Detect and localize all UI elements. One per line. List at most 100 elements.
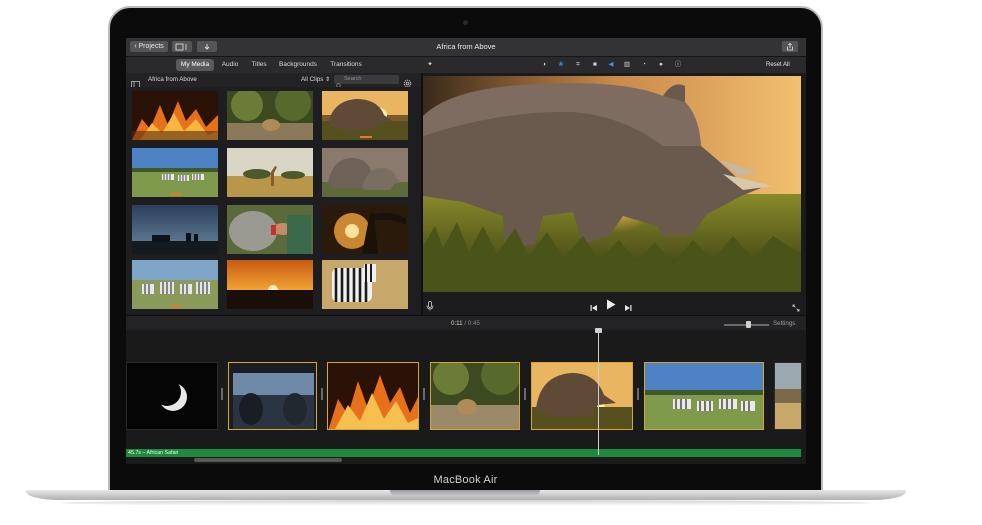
hand-feeding-thumbnail-image <box>227 205 313 254</box>
play-button[interactable] <box>606 297 616 315</box>
tab-my-media[interactable]: My Media <box>176 59 214 71</box>
share-icon <box>787 42 793 50</box>
volume-icon[interactable]: ◀ <box>607 61 615 69</box>
speed-icon[interactable]: ◔ <box>640 61 648 69</box>
media-thumbnail[interactable] <box>132 260 218 309</box>
microphone-icon <box>426 301 434 311</box>
clip-transition-marker[interactable] <box>321 388 323 400</box>
time-separator: / <box>464 320 467 327</box>
range-marker <box>360 136 372 138</box>
download-arrow-icon <box>204 43 210 50</box>
import-button[interactable] <box>197 41 217 52</box>
rhino-sunset-thumbnail-image <box>322 91 408 140</box>
laptop-notch <box>390 490 540 496</box>
projects-button[interactable]: ‹ Projects <box>130 41 168 52</box>
laptop-shadow <box>60 500 872 506</box>
stabilization-icon[interactable]: ■ <box>591 61 599 69</box>
moon-clip-image <box>127 363 217 429</box>
expand-icon <box>792 304 800 312</box>
media-thumbnail[interactable] <box>322 205 408 254</box>
clip-transition-marker[interactable] <box>221 388 223 400</box>
device-brand-label: MacBook Air <box>433 474 498 486</box>
search-input[interactable]: Search <box>334 75 399 84</box>
audio-track[interactable] <box>126 449 801 457</box>
tab-titles[interactable]: Titles <box>246 59 272 71</box>
chevron-updown-icon: ⇕ <box>323 76 331 83</box>
timeline-clip[interactable] <box>327 362 419 430</box>
magic-wand-icon[interactable]: ✦ <box>426 61 434 69</box>
silhouette-dusk-thumbnail-image <box>132 205 218 254</box>
library-view-button[interactable] <box>172 41 192 52</box>
timecode-display: 0:11 / 0:45 <box>451 316 480 331</box>
timeline-clip[interactable] <box>774 362 802 430</box>
reset-all-button[interactable]: Reset All <box>766 59 790 71</box>
zoom-slider-knob[interactable] <box>746 321 752 328</box>
tab-transitions[interactable]: Transitions <box>324 59 368 71</box>
event-name: Africa from Above <box>148 76 197 83</box>
range-marker <box>170 193 182 195</box>
timeline-settings-button[interactable]: Settings <box>773 316 795 331</box>
playhead[interactable] <box>598 330 599 455</box>
media-thumbnail[interactable] <box>132 148 218 197</box>
giraffes-thumbnail-image <box>227 148 313 197</box>
app-screen: Africa from Above ‹ Projects My Media Au… <box>126 38 806 464</box>
media-thumbnail[interactable] <box>132 205 218 254</box>
cub-clip-image <box>431 363 519 429</box>
zebras-herd-thumbnail-image <box>132 260 218 309</box>
clip-filter-dropdown[interactable]: All Clips ⇕ <box>301 73 330 87</box>
partial-clip-image <box>775 363 801 429</box>
current-time: 0:11 <box>451 320 463 327</box>
rhino-video-frame <box>423 76 801 292</box>
media-thumbnail[interactable] <box>322 260 408 309</box>
media-thumbnail[interactable] <box>322 91 408 140</box>
color-balance-icon[interactable]: ◑ <box>540 61 548 69</box>
fire-clip-image <box>328 363 418 429</box>
timeline-clip[interactable] <box>126 362 218 430</box>
skip-forward-icon <box>625 305 632 311</box>
timeline-clip[interactable] <box>430 362 520 430</box>
zebras-plain-thumbnail-image <box>132 148 218 197</box>
playhead-handle[interactable] <box>595 328 602 333</box>
media-thumbnail[interactable] <box>227 148 313 197</box>
projects-button-label: Projects <box>138 43 164 50</box>
forest-cub-thumbnail-image <box>227 91 313 140</box>
audio-clip-label: 45.7s – African Safari <box>128 450 179 456</box>
sunset-horizon-thumbnail-image <box>227 260 313 309</box>
timeline-scrollbar[interactable] <box>194 458 342 462</box>
rhinos-thumbnail-image <box>322 148 408 197</box>
timeline-clip[interactable] <box>531 362 633 430</box>
film-strip-icon <box>175 43 187 50</box>
media-thumbnail[interactable] <box>322 148 408 197</box>
clip-transition-marker[interactable] <box>524 388 526 400</box>
share-button[interactable] <box>782 41 798 52</box>
fire-thumbnail-image <box>132 91 218 140</box>
media-thumbnail[interactable] <box>227 91 313 140</box>
clip-transition-marker[interactable] <box>423 388 425 400</box>
zebra-closeup-thumbnail-image <box>322 260 408 309</box>
timeline-clip[interactable] <box>228 362 317 430</box>
window-title: Africa from Above <box>436 42 496 51</box>
media-thumbnail[interactable] <box>227 205 313 254</box>
clip-transition-marker[interactable] <box>637 388 639 400</box>
camera-dot <box>463 20 468 25</box>
jeep-clip-image <box>229 363 316 429</box>
video-viewer[interactable] <box>423 76 801 292</box>
skip-back-icon <box>590 305 597 311</box>
color-correction-icon[interactable]: ❀ <box>557 61 565 69</box>
range-marker <box>170 305 182 307</box>
clip-filter-label: All Clips <box>301 76 324 83</box>
zebras-clip-image <box>645 363 763 429</box>
tab-audio[interactable]: Audio <box>218 59 242 71</box>
total-time: 0:45 <box>467 320 480 327</box>
filter-icon[interactable]: ● <box>657 61 665 69</box>
tree-sunset-thumbnail-image <box>322 205 408 254</box>
media-thumbnail[interactable] <box>227 260 313 309</box>
tab-backgrounds[interactable]: Backgrounds <box>276 59 320 71</box>
info-icon[interactable]: ⓘ <box>674 61 682 69</box>
crop-icon[interactable]: ⌗ <box>574 61 582 69</box>
timeline-clip[interactable] <box>644 362 764 430</box>
media-thumbnail[interactable] <box>132 91 218 140</box>
voiceover-button[interactable] <box>426 298 434 316</box>
play-icon <box>607 299 616 310</box>
equalizer-icon[interactable]: ▥ <box>623 61 631 69</box>
